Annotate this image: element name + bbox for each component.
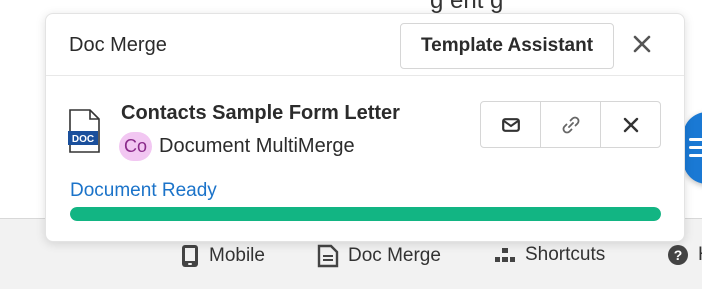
svg-text:DOC: DOC: [72, 134, 94, 145]
bottom-item-label: Mobile: [209, 245, 265, 266]
avatar: Co: [119, 132, 152, 161]
svg-text:?: ?: [674, 247, 683, 263]
bottom-item-help[interactable]: ? H: [667, 244, 702, 266]
panel-title: Doc Merge: [69, 34, 167, 56]
delete-button[interactable]: [601, 102, 660, 147]
help-icon: ?: [667, 244, 689, 266]
panel-header: Doc Merge Template Assistant: [46, 14, 684, 76]
email-button[interactable]: [481, 102, 541, 147]
document-name: Contacts Sample Form Letter: [121, 102, 400, 124]
close-icon: [633, 35, 651, 53]
link-icon: [562, 116, 579, 133]
status-text: Document Ready: [70, 180, 217, 201]
doc-file-icon: DOC: [68, 109, 100, 158]
bottom-item-mobile[interactable]: Mobile: [180, 244, 265, 268]
delete-icon: [623, 117, 638, 132]
document-type: Document MultiMerge: [159, 135, 355, 157]
document-type-row: Co Document MultiMerge: [119, 132, 355, 161]
shortcuts-icon: [494, 245, 516, 265]
bottom-item-label: H: [698, 244, 702, 266]
bottom-item-label: Shortcuts: [525, 244, 606, 265]
menu-fab-button[interactable]: [683, 112, 702, 184]
email-icon: [501, 117, 520, 132]
document-actions: [480, 101, 661, 148]
template-assistant-button[interactable]: Template Assistant: [400, 23, 614, 69]
bottom-item-doc-merge[interactable]: Doc Merge: [317, 244, 441, 268]
progress-fill: [70, 207, 661, 221]
mobile-icon: [180, 244, 200, 268]
progress-bar: [70, 207, 661, 221]
bottom-item-label: Doc Merge: [348, 245, 441, 266]
bottom-item-shortcuts[interactable]: Shortcuts: [494, 244, 605, 266]
link-button[interactable]: [541, 102, 601, 147]
doc-merge-panel: Doc Merge Template Assistant DOC Contact…: [45, 13, 685, 242]
menu-icon: [689, 138, 702, 157]
close-button[interactable]: [631, 33, 653, 55]
doc-merge-icon: [317, 244, 339, 268]
